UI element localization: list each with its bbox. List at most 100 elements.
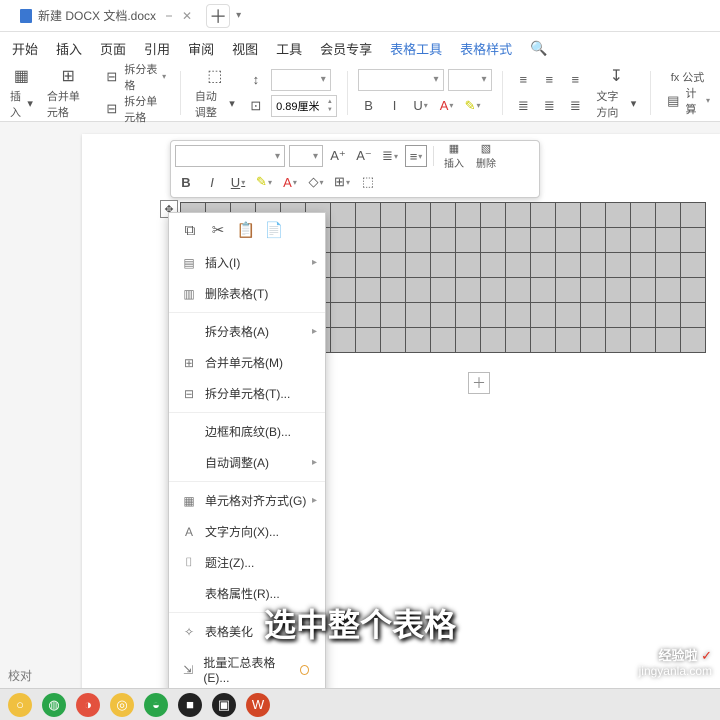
taskbar-app-icon[interactable]: ▣ (212, 693, 236, 717)
menu-tab[interactable]: 会员专享 (320, 39, 372, 58)
menu-tab[interactable]: 工具 (276, 39, 302, 58)
taskbar-app-icon[interactable]: ◒ (144, 693, 168, 717)
height-input[interactable] (272, 100, 324, 112)
width-select[interactable]: ▾ (271, 69, 331, 91)
mini-delete-icon: ▧ (481, 142, 491, 155)
mini-insert-group[interactable]: ▦插入 (440, 142, 468, 170)
increase-font-icon[interactable]: A⁺ (327, 145, 349, 167)
autofit-group[interactable]: ⬚ 自动调整▾ (191, 66, 239, 120)
paste-icon[interactable]: 📋 (237, 221, 255, 239)
merge-cell-group[interactable]: ⊞ 合并单元格 (43, 66, 94, 120)
copy-icon[interactable]: ⧉ (181, 221, 199, 239)
bold-button[interactable]: B (358, 95, 380, 117)
tab-close-icon[interactable]: ✕ (182, 9, 192, 23)
calc-button[interactable]: ▤计算▾ (665, 85, 710, 117)
taskbar-app-icon[interactable]: ◑ (76, 693, 100, 717)
context-menu-item[interactable]: ⊟ 拆分单元格(T)... (169, 378, 325, 409)
context-menu-item[interactable]: ▦单元格对齐方式(G)▸ (169, 485, 325, 516)
context-menu-item[interactable]: 拆分表格(A)▸ (169, 316, 325, 347)
tab-overflow-icon[interactable]: ▾ (236, 10, 241, 21)
taskbar-app-icon[interactable]: ○ (8, 693, 32, 717)
align-button[interactable]: ≡ (405, 145, 427, 167)
menu-tab[interactable]: 引用 (144, 39, 170, 58)
mini-underline-button[interactable]: U (227, 171, 249, 193)
mini-clear-format-button[interactable]: ◇ (305, 171, 327, 193)
align-bc-button[interactable]: ≣ (538, 95, 560, 117)
context-menu-item[interactable]: ▥删除表格(T) (169, 278, 325, 309)
taskbar-app-icon[interactable]: W (246, 693, 270, 717)
split-cell-button[interactable]: ⊟拆分单元格 (103, 93, 166, 125)
menu-item-label: 题注(Z)... (205, 554, 254, 571)
insert-group[interactable]: ▦ 插入▾ (6, 66, 37, 120)
watermark: 经验啦 ✓ jingyanla.com (639, 645, 712, 678)
mini-highlight-button[interactable]: ✎ (253, 171, 275, 193)
menu-item-label: 合并单元格(M) (205, 354, 283, 371)
size-select[interactable]: ▾ (448, 69, 492, 91)
row-height-icon: ↕ (245, 69, 267, 91)
menu-tab[interactable]: 页面 (100, 39, 126, 58)
font-select[interactable]: ▾ (358, 69, 444, 91)
menu-item-label: 插入(I) (205, 254, 240, 271)
menu-item-label: 自动调整(A) (205, 454, 269, 471)
mini-bold-button[interactable]: B (175, 171, 197, 193)
highlight-button[interactable]: ✎ (462, 95, 484, 117)
align-tc-button[interactable]: ≡ (538, 69, 560, 91)
menu-item-label: 拆分单元格(T)... (205, 385, 290, 402)
taskbar-app-icon[interactable]: ◍ (42, 693, 66, 717)
context-menu-item[interactable]: ⇲批量汇总表格(E)... (169, 647, 325, 692)
paste-special-icon[interactable]: 📄 (265, 221, 283, 239)
menu-tab-table-style[interactable]: 表格样式 (460, 39, 512, 58)
align-tr-button[interactable]: ≡ (564, 69, 586, 91)
menu-tab[interactable]: 开始 (12, 39, 38, 58)
decrease-font-icon[interactable]: A⁻ (353, 145, 375, 167)
mini-border-button[interactable]: ⊞ (331, 171, 353, 193)
menu-item-icon: ⊞ (181, 356, 197, 370)
menu-tab[interactable]: 审阅 (188, 39, 214, 58)
context-menu-item[interactable]: A文字方向(X)... (169, 516, 325, 547)
mini-size-select[interactable]: ▾ (289, 145, 323, 167)
mini-delete-group[interactable]: ▧删除 (472, 142, 500, 170)
cut-icon[interactable]: ✂ (209, 221, 227, 239)
align-tl-button[interactable]: ≡ (512, 69, 534, 91)
search-icon[interactable]: 🔍 (530, 40, 547, 57)
menu-item-icon: ⊟ (181, 387, 197, 401)
context-menu-item[interactable]: ▤插入(I)▸ (169, 247, 325, 278)
taskbar-app-icon[interactable]: ◎ (110, 693, 134, 717)
ribbon: ▦ 插入▾ ⊞ 合并单元格 ⊟拆分表格▾ ⊟拆分单元格 ⬚ 自动调整▾ ↕ ▾ … (0, 64, 720, 122)
mini-font-select[interactable]: ▾ (175, 145, 285, 167)
align-br-button[interactable]: ≣ (564, 95, 586, 117)
split-table-button[interactable]: ⊟拆分表格▾ (103, 61, 166, 93)
taskbar: ○ ◍ ◑ ◎ ◒ ■ ▣ W (0, 688, 720, 720)
formula-button[interactable]: fx 公式 (671, 69, 705, 85)
merge-icon: ⊞ (58, 66, 78, 86)
height-spinner[interactable]: ▲▼ (271, 95, 337, 117)
mini-font-color-button[interactable]: A (279, 171, 301, 193)
context-menu-item[interactable]: 自动调整(A)▸ (169, 447, 325, 478)
new-tab-button[interactable]: ＋ (206, 4, 230, 28)
mini-select-button[interactable]: ⬚ (357, 171, 379, 193)
taskbar-app-icon[interactable]: ■ (178, 693, 202, 717)
table-add-row-button[interactable]: ＋ (468, 372, 490, 394)
underline-button[interactable]: U (410, 95, 432, 117)
font-color-button[interactable]: A (436, 95, 458, 117)
mini-italic-button[interactable]: I (201, 171, 223, 193)
align-bl-button[interactable]: ≣ (512, 95, 534, 117)
document-tab[interactable]: 新建 DOCX 文档.docx ⎯ ✕ (12, 3, 200, 28)
tab-pin-icon[interactable]: ⎯ (166, 8, 172, 23)
text-direction-icon: ↧ (606, 66, 626, 86)
italic-button[interactable]: I (384, 95, 406, 117)
menu-tab[interactable]: 插入 (56, 39, 82, 58)
menu-item-label: 批量汇总表格(E)... (203, 654, 291, 685)
context-menu-item[interactable]: 边框和底纹(B)... (169, 416, 325, 447)
list-button[interactable]: ≣ (379, 145, 401, 167)
status-proof[interactable]: 校对 (4, 663, 36, 688)
menu-tab-table-tools[interactable]: 表格工具 (390, 39, 442, 58)
menu-item-icon: ⌷ (181, 555, 197, 570)
menu-tab[interactable]: 视图 (232, 39, 258, 58)
context-menu-item[interactable]: ⊞ 合并单元格(M) (169, 347, 325, 378)
text-direction-group[interactable]: ↧ 文字方向▾ (592, 66, 640, 120)
context-menu-item[interactable]: ⌷ 题注(Z)... (169, 547, 325, 578)
menu-item-label: 单元格对齐方式(G) (205, 492, 306, 509)
doc-icon (20, 9, 32, 23)
autofit-icon: ⬚ (205, 66, 225, 86)
